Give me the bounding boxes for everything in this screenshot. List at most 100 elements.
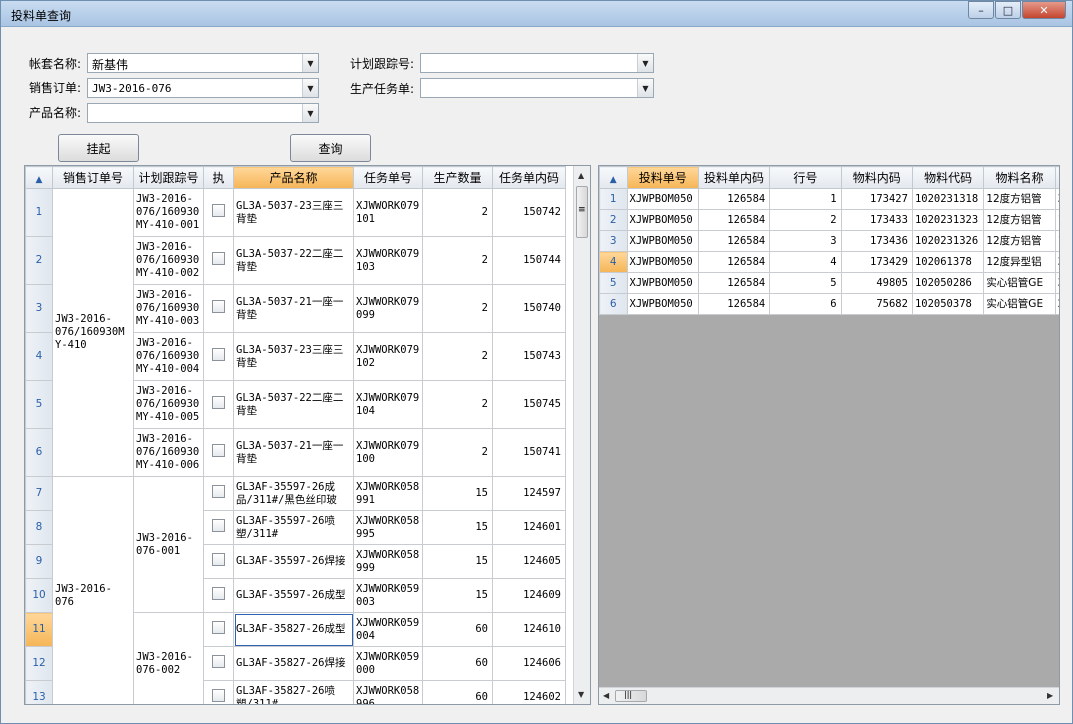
plan-track-cell[interactable]: JW3-2016- 076-002 <box>133 612 204 704</box>
bom-grid[interactable]: ▲ 投料单号 投料单内码 行号 物料内码 物料代码 物料名称 i 1XJWPBO… <box>598 165 1060 705</box>
row-number[interactable]: 5 <box>25 380 53 429</box>
exec-cell[interactable] <box>203 188 234 237</box>
qty-cell[interactable]: 2 <box>422 284 493 333</box>
row-number[interactable]: 3 <box>599 230 628 252</box>
mat-name-cell[interactable]: 12度异型铝 <box>983 251 1056 273</box>
col-task-no[interactable]: 任务单号 <box>353 166 423 189</box>
product-name-cell[interactable]: GL3A-5037-22二座二 背垫 <box>233 380 354 429</box>
row-number[interactable]: 1 <box>599 188 628 210</box>
product-name-cell[interactable]: GL3A-5037-23三座三 背垫 <box>233 332 354 381</box>
task-code-cell[interactable]: 150742 <box>492 188 566 237</box>
product-name-cell[interactable]: GL3A-5037-22二座二 背垫 <box>233 236 354 285</box>
bill-no-cell[interactable]: XJWPBOM050 <box>626 230 699 252</box>
task-code-cell[interactable]: 124601 <box>492 510 566 545</box>
scroll-down-arrow[interactable]: ▼ <box>578 690 584 699</box>
bill-inner-cell[interactable]: 126584 <box>697 272 771 294</box>
task-no-cell[interactable]: XJWWORK079 104 <box>353 380 423 429</box>
qty-cell[interactable]: 15 <box>422 510 493 545</box>
task-code-cell[interactable]: 124597 <box>492 476 566 511</box>
more-cell[interactable]: 1 <box>1054 230 1059 252</box>
exec-cell[interactable] <box>203 612 234 647</box>
exec-checkbox[interactable] <box>212 621 225 634</box>
exec-cell[interactable] <box>203 578 234 613</box>
task-no-cell[interactable]: XJWWORK058 991 <box>353 476 423 511</box>
plan-track-cell[interactable]: JW3-2016- 076/160930 MY-410-003 <box>133 284 204 333</box>
row-number[interactable]: 3 <box>25 284 53 333</box>
exec-checkbox[interactable] <box>212 553 225 566</box>
task-code-cell[interactable]: 124606 <box>492 646 566 681</box>
col-mat-code[interactable]: 物料代码 <box>911 166 985 189</box>
more-cell[interactable]: 3 <box>1054 251 1059 273</box>
product-name-cell[interactable]: GL3AF-35827-26喷 塑/311# <box>233 680 354 704</box>
row-number[interactable]: 9 <box>25 544 53 579</box>
chevron-down-icon[interactable]: ▼ <box>302 104 318 122</box>
mat-code-cell[interactable]: 102050378 <box>911 293 985 315</box>
product-name-cell[interactable]: GL3AF-35597-26喷 塑/311# <box>233 510 354 545</box>
prod-task-combo[interactable]: ▼ <box>420 78 654 98</box>
task-no-cell[interactable]: XJWWORK058 999 <box>353 544 423 579</box>
task-no-cell[interactable]: XJWWORK059 004 <box>353 612 423 647</box>
qty-cell[interactable]: 60 <box>422 612 493 647</box>
exec-checkbox[interactable] <box>212 587 225 600</box>
row-number[interactable]: 6 <box>599 293 628 315</box>
close-button[interactable]: ✕ <box>1022 1 1066 19</box>
query-button[interactable]: 查询 <box>290 134 371 162</box>
table-row[interactable]: 2 XJWPBOM050 126584 2 173433 1020231323 12度方铝管… <box>599 209 1059 231</box>
corner-header[interactable]: ▲ <box>25 166 53 189</box>
exec-cell[interactable] <box>203 476 234 511</box>
mat-name-cell[interactable]: 12度方铝管 <box>983 209 1056 231</box>
mat-code-cell[interactable]: 1020231326 <box>911 230 985 252</box>
task-no-cell[interactable]: XJWWORK059 003 <box>353 578 423 613</box>
qty-cell[interactable]: 60 <box>422 646 493 681</box>
mat-code-cell[interactable]: 1020231323 <box>911 209 985 231</box>
product-name-cell[interactable]: GL3AF-35597-26焊接 <box>233 544 354 579</box>
scroll-right-arrow[interactable]: ▶ <box>1047 691 1053 700</box>
exec-cell[interactable] <box>203 236 234 285</box>
line-no-cell[interactable]: 2 <box>769 209 842 231</box>
mat-inner-cell[interactable]: 173427 <box>840 188 913 210</box>
mat-name-cell[interactable]: 实心铝管GE <box>983 293 1056 315</box>
task-no-cell[interactable]: XJWWORK058 995 <box>353 510 423 545</box>
bill-inner-cell[interactable]: 126584 <box>697 293 771 315</box>
product-name-cell[interactable]: GL3A-5037-21一座一 背垫 <box>233 428 354 477</box>
line-no-cell[interactable]: 6 <box>769 293 842 315</box>
sales-order-cell[interactable]: JW3-2016- 076/160930M Y-410 <box>52 188 134 477</box>
product-name-cell[interactable]: GL3A-5037-23三座三 背垫 <box>233 188 354 237</box>
col-more[interactable]: i <box>1054 166 1059 189</box>
qty-cell[interactable]: 2 <box>422 428 493 477</box>
row-number[interactable]: 11 <box>25 612 53 647</box>
exec-checkbox[interactable] <box>212 689 225 702</box>
task-code-cell[interactable]: 124602 <box>492 680 566 704</box>
col-bill-inner[interactable]: 投料单内码 <box>697 166 771 189</box>
table-row[interactable]: 6XJWPBOM050126584675682102050378实心铝管GE2 <box>599 293 1059 315</box>
task-no-cell[interactable]: XJWWORK079 102 <box>353 332 423 381</box>
chevron-down-icon[interactable]: ▼ <box>637 79 653 97</box>
mat-inner-cell[interactable]: 173433 <box>840 209 913 231</box>
row-number[interactable]: 2 <box>25 236 53 285</box>
plan-track-combo[interactable]: ▼ <box>420 53 654 73</box>
task-no-cell[interactable]: XJWWORK079 099 <box>353 284 423 333</box>
col-task-code[interactable]: 任务单内码 <box>492 166 566 189</box>
bill-no-cell[interactable]: XJWPBOM050 <box>626 209 699 231</box>
exec-checkbox[interactable] <box>212 485 225 498</box>
scroll-thumb[interactable]: ≡ <box>576 186 588 238</box>
more-cell[interactable]: 3 <box>1054 188 1059 210</box>
exec-checkbox[interactable] <box>212 655 225 668</box>
row-number[interactable]: 1 <box>25 188 53 237</box>
task-code-cell[interactable]: 124610 <box>492 612 566 647</box>
bill-inner-cell[interactable]: 126584 <box>697 209 771 231</box>
plan-track-cell[interactable]: JW3-2016- 076/160930 MY-410-002 <box>133 236 204 285</box>
sales-order-combo[interactable]: JW3-2016-076 ▼ <box>87 78 319 98</box>
exec-cell[interactable] <box>203 544 234 579</box>
row-number[interactable]: 6 <box>25 428 53 477</box>
title-bar[interactable]: 投料单查询 – □ ✕ <box>1 1 1072 27</box>
sales-order-cell[interactable]: JW3-2016- 076 <box>52 476 134 704</box>
product-name-cell[interactable]: GL3A-5037-21一座一 背垫 <box>233 284 354 333</box>
bill-no-cell[interactable]: XJWPBOM050 <box>626 188 699 210</box>
col-qty[interactable]: 生产数量 <box>422 166 493 189</box>
exec-cell[interactable] <box>203 284 234 333</box>
task-code-cell[interactable]: 124605 <box>492 544 566 579</box>
exec-cell[interactable] <box>203 380 234 429</box>
task-grid[interactable]: ▲ 销售订单号 计划跟踪号 执 产品名称 任务单号 生产数量 任务单内码 1 JW… <box>24 165 591 705</box>
corner-header[interactable]: ▲ <box>599 166 628 189</box>
